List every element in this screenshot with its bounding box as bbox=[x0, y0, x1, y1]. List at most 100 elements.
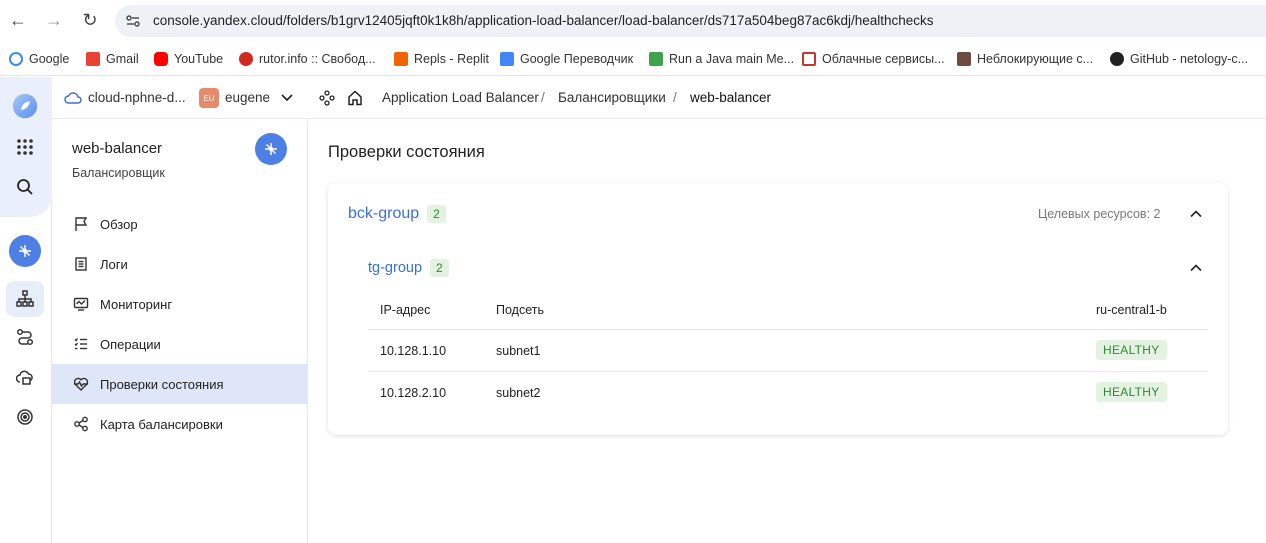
nav-healthchecks[interactable]: Проверки состояния bbox=[52, 364, 307, 404]
bookmark-rutor[interactable]: rutor.info :: Свобод... bbox=[239, 50, 376, 68]
page-title: Проверки состояния bbox=[328, 143, 485, 161]
bookmark-label: Gmail bbox=[106, 52, 139, 66]
backend-group-header: bck-group 2 bbox=[348, 205, 446, 223]
nav-balancing-map[interactable]: Карта балансировки bbox=[52, 404, 307, 444]
targets-count: Целевых ресурсов: 2 bbox=[1038, 207, 1161, 221]
nav-label: Мониторинг bbox=[100, 296, 173, 312]
main-content: Проверки состояния bck-group 2 Целевых ре… bbox=[308, 119, 1266, 543]
flag-icon bbox=[72, 215, 90, 233]
youtube-icon bbox=[154, 52, 168, 66]
target-group-header: tg-group 2 bbox=[368, 259, 449, 277]
cloud-icon bbox=[64, 92, 82, 104]
divider bbox=[368, 371, 1208, 372]
reload-icon[interactable]: ↻ bbox=[80, 10, 100, 30]
status-badge: HEALTHY bbox=[1096, 340, 1167, 360]
chevron-up-icon[interactable] bbox=[1189, 207, 1203, 221]
nav-logs[interactable]: Логи bbox=[52, 244, 307, 284]
network-topology-icon[interactable] bbox=[6, 281, 44, 317]
monitoring-icon bbox=[72, 295, 90, 313]
map-icon bbox=[72, 415, 90, 433]
bookmark-label: rutor.info :: Свобод... bbox=[259, 52, 376, 66]
bookmark-gmail[interactable]: Gmail bbox=[86, 50, 139, 68]
load-balancer-icon bbox=[255, 133, 287, 165]
translate-icon bbox=[500, 52, 514, 66]
bookmark-replit[interactable]: Repls - Replit bbox=[394, 50, 489, 68]
bookmark-label: Google bbox=[29, 52, 70, 66]
bookmark-label: Run a Java main Me... bbox=[669, 52, 795, 66]
bookmark-translate[interactable]: Google Переводчик bbox=[500, 50, 633, 68]
bookmarks-bar: Google Gmail YouTube rutor.info :: Свобо… bbox=[0, 42, 1266, 76]
status-badge: HEALTHY bbox=[1096, 382, 1167, 402]
routes-icon[interactable] bbox=[12, 324, 38, 350]
chevron-up-icon[interactable] bbox=[1189, 261, 1203, 275]
target-group-count-badge: 2 bbox=[430, 259, 449, 277]
cloud-selector[interactable]: cloud-nphne-d... bbox=[88, 90, 186, 105]
nav-operations[interactable]: Операции bbox=[52, 324, 307, 364]
forward-arrow-icon[interactable]: → bbox=[44, 10, 64, 30]
nav-overview[interactable]: Обзор bbox=[52, 204, 307, 244]
nav-label: Логи bbox=[100, 256, 128, 272]
java-icon bbox=[649, 52, 663, 66]
bookmark-nonblocking[interactable]: Неблокирующие с... bbox=[957, 50, 1093, 68]
bookmark-cloud-services[interactable]: Облачные сервисы... bbox=[802, 50, 945, 68]
apps-grid-icon[interactable] bbox=[12, 134, 38, 160]
console-header: cloud-nphne-d... EU eugene Application L… bbox=[52, 77, 1266, 119]
replit-icon bbox=[394, 52, 408, 66]
nav-label: Карта балансировки bbox=[100, 416, 223, 432]
user-avatar[interactable]: EU bbox=[199, 88, 219, 108]
row-subnet-link[interactable]: subnet1 bbox=[496, 344, 540, 358]
nav-label: Проверки состояния bbox=[100, 376, 224, 392]
backend-group-link[interactable]: bck-group bbox=[348, 205, 419, 222]
resource-sidebar: web-balancer Балансировщик Обзор Логи Мо… bbox=[52, 119, 308, 543]
rutor-icon bbox=[239, 52, 253, 66]
row-ip: 10.128.2.10 bbox=[380, 386, 447, 400]
bookmark-google[interactable]: Google bbox=[9, 50, 69, 68]
bookmark-label: Облачные сервисы... bbox=[822, 52, 945, 66]
address-bar[interactable]: console.yandex.cloud/folders/b1grv12405j… bbox=[115, 5, 1266, 37]
column-header-subnet: Подсеть bbox=[496, 303, 544, 317]
home-icon[interactable] bbox=[346, 89, 364, 107]
bookmark-github[interactable]: GitHub - netology-c... bbox=[1110, 50, 1248, 68]
target-icon[interactable] bbox=[12, 404, 38, 430]
operations-icon bbox=[72, 335, 90, 353]
nav-monitoring[interactable]: Мониторинг bbox=[52, 284, 307, 324]
cloud-service-icon bbox=[802, 52, 816, 66]
load-balancer-service-icon[interactable] bbox=[9, 235, 41, 267]
column-header-zone: ru-central1-b bbox=[1096, 303, 1167, 317]
bookmark-label: YouTube bbox=[174, 52, 224, 66]
bookmark-label: Repls - Replit bbox=[414, 52, 490, 66]
back-arrow-icon[interactable]: ← bbox=[8, 10, 28, 30]
browser-toolbar: ← → ↻ console.yandex.cloud/folders/b1grv… bbox=[0, 0, 1266, 42]
bookmark-label: GitHub - netology-c... bbox=[1130, 52, 1249, 66]
bookmark-label: Неблокирующие с... bbox=[977, 52, 1094, 66]
nav-label: Обзор bbox=[100, 216, 138, 232]
breadcrumb-service[interactable]: Application Load Balancer bbox=[382, 90, 539, 105]
breadcrumb-current: web-balancer bbox=[690, 90, 772, 105]
chevron-down-icon[interactable] bbox=[281, 93, 293, 103]
bookmark-youtube[interactable]: YouTube bbox=[154, 50, 223, 68]
url-text[interactable]: console.yandex.cloud/folders/b1grv12405j… bbox=[153, 13, 934, 28]
breadcrumb-balancers[interactable]: Балансировщики bbox=[558, 90, 666, 105]
logs-icon bbox=[72, 255, 90, 273]
backend-group-count-badge: 2 bbox=[427, 205, 446, 223]
backend-group-card: bck-group 2 Целевых ресурсов: 2 tg-group 2… bbox=[328, 183, 1228, 435]
search-icon[interactable] bbox=[12, 174, 38, 200]
folder-selector[interactable]: eugene bbox=[225, 90, 270, 105]
yandex-cloud-logo-icon[interactable] bbox=[12, 93, 38, 119]
bookmark-label: Google Переводчик bbox=[520, 52, 634, 66]
site-settings-icon[interactable] bbox=[125, 13, 141, 29]
bookmark-java[interactable]: Run a Java main Me... bbox=[649, 50, 794, 68]
nav-label: Операции bbox=[100, 336, 161, 352]
column-header-ip: IP-адрес bbox=[380, 303, 431, 317]
coffee-icon bbox=[957, 52, 971, 66]
cloud-storage-icon[interactable] bbox=[12, 364, 38, 390]
target-group-link[interactable]: tg-group bbox=[368, 260, 422, 276]
row-subnet-link[interactable]: subnet2 bbox=[496, 386, 540, 400]
resource-type: Балансировщик bbox=[72, 166, 165, 180]
service-icon bbox=[319, 90, 335, 106]
row-ip: 10.128.1.10 bbox=[380, 344, 447, 358]
divider bbox=[368, 329, 1208, 330]
github-icon bbox=[1110, 52, 1124, 66]
gmail-icon bbox=[86, 52, 100, 66]
healthcheck-icon bbox=[72, 375, 90, 393]
